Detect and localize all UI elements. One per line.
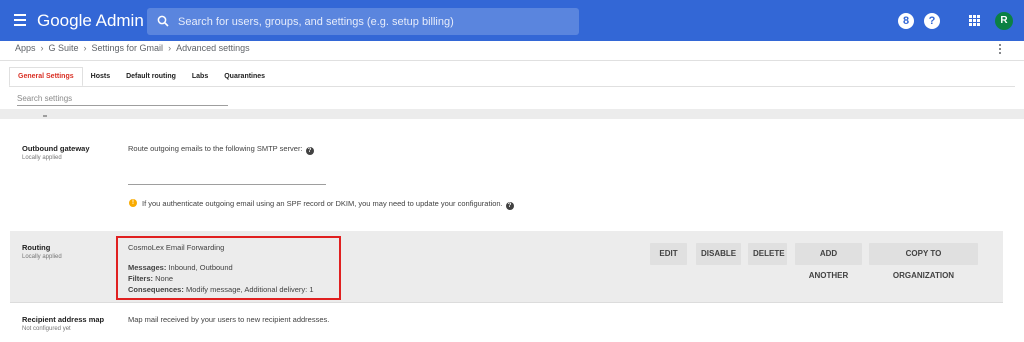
global-search[interactable] xyxy=(147,8,579,35)
search-input[interactable] xyxy=(178,8,568,35)
chevron-right-icon: › xyxy=(83,43,87,53)
apps-grid-icon[interactable] xyxy=(969,15,980,26)
divider xyxy=(10,302,1003,303)
outbound-gateway-status: Locally applied xyxy=(22,155,62,161)
add-another-button[interactable]: ADD ANOTHER xyxy=(795,243,862,280)
search-settings-input[interactable] xyxy=(17,91,228,106)
breadcrumb-advanced: Advanced settings xyxy=(176,43,250,53)
recipient-map-description: Map mail received by your users to new r… xyxy=(128,315,330,324)
help-icon[interactable]: ? xyxy=(305,147,314,155)
divider xyxy=(9,86,1015,87)
highlight-box xyxy=(116,236,341,300)
disable-button[interactable]: DISABLE xyxy=(696,243,741,265)
tab-general-settings[interactable]: General Settings xyxy=(9,67,83,87)
tab-bar: General Settings Hosts Default routing L… xyxy=(9,67,273,87)
outbound-gateway-text: Route outgoing emails to the following S… xyxy=(128,144,303,153)
routing-status: Locally applied xyxy=(22,254,62,260)
avatar[interactable]: R xyxy=(995,12,1013,30)
chevron-right-icon: › xyxy=(168,43,172,53)
warning-text: If you authenticate outgoing email using… xyxy=(142,199,503,208)
help-icon[interactable]: ? xyxy=(505,202,514,210)
breadcrumb-gmail-settings[interactable]: Settings for Gmail xyxy=(92,43,164,57)
warning-icon: ! xyxy=(129,199,137,207)
copy-to-organization-button[interactable]: COPY TO ORGANIZATION xyxy=(869,243,978,280)
section-separator xyxy=(0,109,1024,119)
breadcrumb-gsuite[interactable]: G Suite xyxy=(49,43,79,57)
app-title[interactable]: Google Admin xyxy=(37,11,144,31)
breadcrumb-apps[interactable]: Apps xyxy=(15,43,36,57)
breadcrumb: Apps › G Suite › Settings for Gmail › Ad… xyxy=(15,43,250,57)
delete-button[interactable]: DELETE xyxy=(748,243,787,265)
recipient-map-title: Recipient address map xyxy=(22,315,105,324)
outbound-gateway-description: Route outgoing emails to the following S… xyxy=(128,144,314,155)
tab-default-routing[interactable]: Default routing xyxy=(118,67,184,87)
top-app-bar: Google Admin 8 ? R xyxy=(0,0,1024,41)
recipient-map-status: Not configured yet xyxy=(22,326,71,332)
outbound-gateway-warning: If you authenticate outgoing email using… xyxy=(142,199,514,210)
menu-icon[interactable] xyxy=(14,14,26,26)
divider xyxy=(0,60,1024,61)
tab-hosts[interactable]: Hosts xyxy=(83,67,118,87)
outbound-gateway-title: Outbound gateway xyxy=(22,144,90,153)
more-vert-icon[interactable] xyxy=(999,44,1002,56)
search-icon xyxy=(157,15,169,27)
tab-quarantines[interactable]: Quarantines xyxy=(216,67,273,87)
routing-title: Routing xyxy=(22,243,51,252)
help-icon[interactable]: ? xyxy=(924,13,940,29)
tab-labs[interactable]: Labs xyxy=(184,67,216,87)
smtp-server-input[interactable] xyxy=(128,171,326,185)
chevron-right-icon: › xyxy=(40,43,44,53)
edit-button[interactable]: EDIT xyxy=(650,243,687,265)
support-icon[interactable]: 8 xyxy=(898,13,914,29)
